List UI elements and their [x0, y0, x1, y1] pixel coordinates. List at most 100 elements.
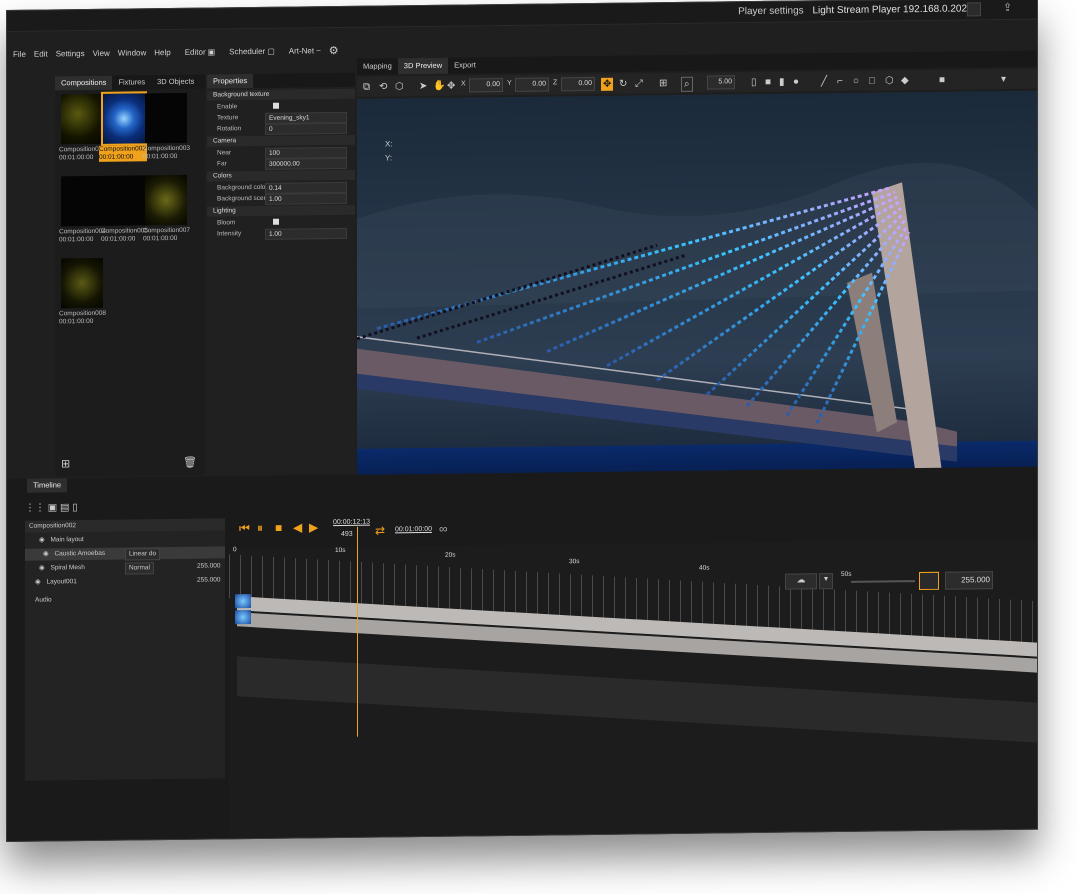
menu-edit[interactable]: Edit: [34, 46, 48, 62]
tab-compositions[interactable]: Compositions: [55, 75, 113, 91]
blend-mode-select[interactable]: Linear do: [125, 548, 161, 561]
menu-window[interactable]: Window: [118, 45, 146, 61]
artnet-toggle[interactable]: ~ Art-Net: [283, 43, 321, 59]
layer-row-caustic[interactable]: ◉ Caustic Amoebas Linear do: [25, 546, 225, 561]
rectangle-icon[interactable]: □: [869, 75, 875, 88]
cursor-icon[interactable]: ➤: [419, 80, 427, 93]
menu-help[interactable]: Help: [154, 45, 170, 61]
skip-to-start-icon[interactable]: ⏮: [239, 521, 250, 535]
panel-menu-icon[interactable]: ▾: [1001, 73, 1006, 86]
master-value-field[interactable]: 255.000: [945, 571, 993, 590]
tab-timeline[interactable]: Timeline: [27, 478, 68, 493]
cube-icon[interactable]: ■: [765, 76, 771, 89]
add-composition-icon[interactable]: ⊞: [61, 457, 70, 470]
blend-mode-select[interactable]: Normal: [125, 562, 154, 575]
composition-thumb-002[interactable]: [101, 91, 147, 146]
opacity-field[interactable]: 255.000: [197, 560, 221, 572]
layer-row-layout[interactable]: ◉ Layout001 255.000: [25, 574, 225, 588]
x-position-field[interactable]: 0.00: [469, 78, 503, 93]
view-2d-icon[interactable]: ⧉: [363, 81, 370, 94]
pause-icon[interactable]: ⏸: [257, 521, 263, 535]
infinity-icon[interactable]: ∞: [439, 522, 448, 536]
tab-mapping[interactable]: Mapping: [357, 58, 398, 74]
prev-frame-icon[interactable]: ◀: [293, 520, 302, 534]
circle-icon[interactable]: ○: [853, 75, 859, 88]
menu-settings[interactable]: Settings: [56, 46, 85, 62]
scheduler-toggle[interactable]: ▢ Scheduler: [223, 44, 275, 61]
polyline-icon[interactable]: ⌐: [837, 75, 843, 88]
translate-tool-icon[interactable]: ✥: [601, 77, 614, 91]
bloom-checkbox[interactable]: [273, 218, 279, 225]
film-icon[interactable]: ▤: [60, 502, 69, 513]
section-colors[interactable]: Colors: [207, 169, 355, 182]
section-lighting[interactable]: Lighting: [207, 204, 355, 217]
z-position-field[interactable]: 0.00: [561, 76, 595, 92]
composition-thumb-008[interactable]: [61, 257, 103, 309]
gear-icon[interactable]: ⚙: [329, 43, 339, 59]
menu-view[interactable]: View: [93, 46, 110, 62]
sphere-icon[interactable]: ●: [793, 75, 799, 88]
color-swatch[interactable]: [919, 571, 939, 591]
cube-view-icon[interactable]: ⬡: [395, 80, 404, 93]
layer-row-main[interactable]: ◉ Main layout: [25, 532, 225, 546]
zoom-field[interactable]: 5.00: [707, 75, 735, 90]
master-slider[interactable]: [851, 580, 915, 583]
view-3d-icon[interactable]: ⟲: [379, 80, 387, 93]
playhead[interactable]: [357, 526, 358, 737]
trash-icon[interactable]: 🗑: [183, 456, 197, 469]
image-icon[interactable]: ▣: [48, 502, 57, 513]
hand-icon[interactable]: ✋: [433, 80, 445, 93]
tab-export[interactable]: Export: [448, 57, 482, 73]
composition-thumb-004[interactable]: [61, 175, 103, 227]
chevron-down-icon[interactable]: ▾: [819, 573, 833, 590]
section-background-texture[interactable]: Background texture: [207, 88, 355, 101]
layer-row-spiral[interactable]: ◉ Spiral Mesh Normal 255.000: [25, 560, 225, 575]
shapes-icon[interactable]: ◆: [901, 74, 909, 87]
audio-row[interactable]: Audio: [25, 592, 225, 606]
composition-thumb-003[interactable]: [145, 92, 187, 144]
timeline-grid-icon[interactable]: ⋮⋮: [25, 503, 45, 514]
intensity-field[interactable]: 1.00: [265, 227, 347, 240]
stop-icon[interactable]: ■: [275, 521, 282, 535]
zoom-icon[interactable]: ⌕: [681, 76, 693, 92]
visibility-icon[interactable]: ◉: [39, 537, 45, 544]
section-camera[interactable]: Camera: [207, 134, 355, 147]
composition-thumb-001[interactable]: [61, 93, 103, 145]
current-time[interactable]: 00:00:12:13: [333, 519, 370, 526]
duration-time[interactable]: 00:01:00:00: [395, 526, 432, 533]
enable-checkbox[interactable]: [273, 102, 279, 109]
cylinder-icon[interactable]: ▮: [779, 76, 785, 89]
composition-thumb-005[interactable]: [103, 175, 145, 226]
menu-file[interactable]: File: [13, 47, 26, 63]
tab-3d-preview[interactable]: 3D Preview: [397, 57, 449, 75]
rotate-tool-icon[interactable]: ↻: [619, 78, 627, 91]
visibility-icon[interactable]: ◉: [43, 550, 49, 557]
loop-icon[interactable]: ⇄: [375, 523, 385, 537]
bg-scene-field[interactable]: 1.00: [265, 192, 347, 205]
player-dropdown[interactable]: [967, 2, 981, 17]
line-icon[interactable]: ╱: [821, 75, 827, 88]
editor-toggle[interactable]: ▣ Editor: [179, 44, 215, 60]
camera-icon[interactable]: ■: [939, 74, 945, 87]
timeline-tracks[interactable]: 0 10s 20s 30s 40s 50s ☁ ▾ 255.000: [229, 526, 1037, 839]
file-icon[interactable]: ▯: [72, 502, 78, 513]
hexagon-icon[interactable]: ⬡: [885, 74, 894, 87]
opacity-field[interactable]: 255.000: [197, 574, 221, 586]
y-position-field[interactable]: 0.00: [515, 77, 549, 92]
composition-thumb-007[interactable]: [145, 174, 187, 226]
share-icon[interactable]: ⇪: [1003, 1, 1017, 15]
move-icon[interactable]: ✥: [447, 80, 455, 93]
rotation-field[interactable]: 0: [265, 122, 347, 135]
far-field[interactable]: 300000.00: [265, 157, 347, 170]
tab-fixtures[interactable]: Fixtures: [112, 75, 151, 89]
grid-icon[interactable]: ⊞: [659, 77, 667, 90]
visibility-icon[interactable]: ◉: [39, 565, 45, 572]
tab-3d-objects[interactable]: 3D Objects: [151, 75, 200, 90]
box-icon[interactable]: ▯: [751, 76, 757, 89]
next-frame-icon[interactable]: ▶: [309, 520, 318, 534]
preview-toggle-icon[interactable]: ☁: [785, 573, 817, 590]
visibility-icon[interactable]: ◉: [35, 579, 41, 586]
player-settings[interactable]: Player settings Light Stream Player 192.…: [738, 3, 967, 17]
tab-properties[interactable]: Properties: [207, 74, 254, 89]
scale-tool-icon[interactable]: ⤢: [635, 77, 643, 90]
